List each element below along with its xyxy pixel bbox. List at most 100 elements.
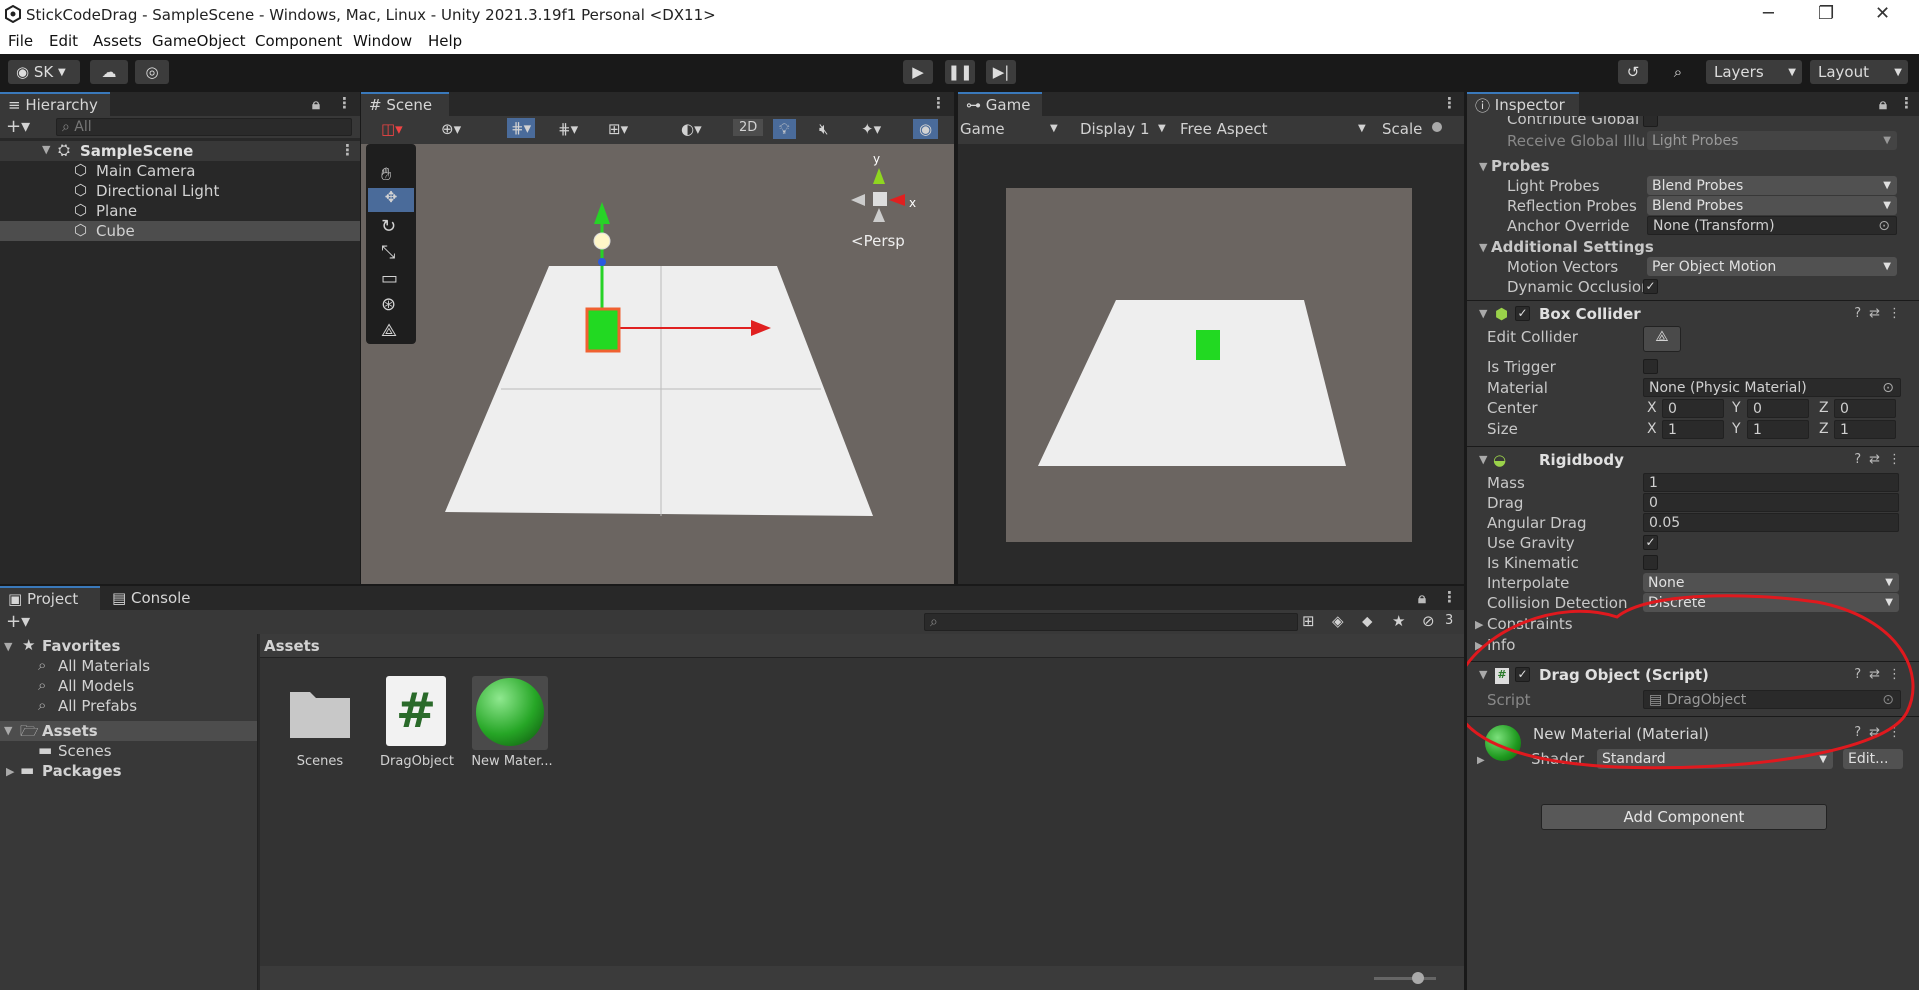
menu-file[interactable]: File: [8, 32, 33, 50]
menu-component[interactable]: Component: [255, 32, 342, 50]
display-dropdown[interactable]: Display 1: [1080, 120, 1150, 138]
hierarchy-item-label: Main Camera: [96, 162, 196, 180]
step-button[interactable]: ▶|: [986, 60, 1016, 84]
hand-tool-icon[interactable]: ✋︎: [381, 164, 391, 185]
scene-row[interactable]: ▼ ⛭ SampleScene ⋮: [0, 141, 360, 161]
aspect-dropdown[interactable]: Free Aspect: [1180, 120, 1268, 138]
expand-arrow-icon[interactable]: ▼: [42, 143, 50, 156]
star-icon[interactable]: ★: [1392, 612, 1405, 630]
persp-label[interactable]: <Persp: [851, 232, 905, 250]
collapse-arrow-icon[interactable]: ▶: [6, 765, 14, 778]
asset-tile-label: New Mater...: [471, 754, 553, 769]
pause-button[interactable]: ❚❚: [945, 60, 975, 84]
rect-tool-icon[interactable]: ▭: [381, 268, 398, 289]
menu-assets[interactable]: Assets: [93, 32, 142, 50]
scene-tab-label: Scene: [386, 96, 433, 114]
maximize-button[interactable]: ❐: [1818, 3, 1834, 24]
grid-icon[interactable]: ⋕▾: [558, 120, 578, 138]
breadcrumb-assets[interactable]: Assets: [264, 637, 320, 655]
hidden-packages-icon[interactable]: ⊘: [1422, 612, 1435, 630]
scale-label: Scale: [1382, 120, 1423, 138]
hierarchy-icon: ≡: [8, 96, 21, 114]
scene-menu-icon[interactable]: ⋮: [340, 141, 355, 159]
tab-game[interactable]: ⊶ Game: [958, 92, 1042, 116]
account-dropdown[interactable]: ◉ SK ▼: [8, 60, 80, 84]
scale-slider[interactable]: [1432, 122, 1442, 132]
effects-icon[interactable]: ✦▾: [861, 120, 881, 138]
search-by-type-icon[interactable]: ⊞: [1302, 612, 1315, 630]
play-button[interactable]: ▶: [903, 60, 933, 84]
layers-dropdown[interactable]: Layers ▼: [1706, 60, 1802, 84]
hierarchy-menu-icon[interactable]: ⋮: [337, 94, 352, 112]
increment-snap-icon[interactable]: ⊞▾: [608, 120, 628, 138]
tab-console[interactable]: ▤ Console: [104, 586, 204, 610]
collab-button[interactable]: ◎: [135, 60, 169, 84]
close-button[interactable]: ✕: [1875, 3, 1890, 24]
hierarchy-item[interactable]: ⬡ Plane: [0, 201, 360, 221]
red-annotation-circle: [1467, 594, 1915, 770]
fav-item[interactable]: All Prefabs: [58, 697, 137, 715]
lighting-icon[interactable]: 💡︎: [773, 119, 796, 139]
add-icon[interactable]: +▾: [6, 116, 30, 137]
tab-project[interactable]: ▣ Project: [0, 586, 100, 610]
scene-menu-icon[interactable]: ⋮: [931, 94, 946, 112]
fav-item[interactable]: All Materials: [58, 657, 150, 675]
search-button[interactable]: ⌕: [1663, 60, 1693, 84]
history-button[interactable]: ↺: [1618, 60, 1648, 84]
scale-tool-icon[interactable]: ⤡: [381, 242, 395, 263]
menu-gameobject[interactable]: GameObject: [152, 32, 246, 50]
draw-mode-icon[interactable]: ◫▾: [381, 120, 403, 138]
menu-help[interactable]: Help: [428, 32, 462, 50]
hierarchy-item[interactable]: ⬡ Directional Light: [0, 181, 360, 201]
audio-icon[interactable]: 🔇︎: [819, 120, 828, 138]
game-mode-dropdown[interactable]: Game: [960, 120, 1005, 138]
pivot-icon[interactable]: ⊕▾: [441, 120, 461, 138]
label-icon[interactable]: ⬥: [1362, 612, 1373, 630]
lock-icon[interactable]: 🔒︎: [312, 95, 320, 113]
scenes-tree-item[interactable]: Scenes: [58, 742, 112, 760]
game-menu-icon[interactable]: ⋮: [1442, 94, 1457, 112]
cloud-button[interactable]: ☁: [90, 60, 128, 84]
lock-icon[interactable]: 🔒︎: [1418, 589, 1426, 607]
asset-tile[interactable]: # DragObject: [374, 676, 454, 776]
expand-arrow-icon[interactable]: ▼: [4, 640, 12, 653]
fav-item[interactable]: All Models: [58, 677, 134, 695]
scene-toolbar: ◫▾ ⊕▾ ⋕▾ ⋕▾ ⊞▾ ◐▾ 2D 💡︎ 🔇︎ ✦▾ ◉: [361, 116, 954, 144]
transform-tool-icon[interactable]: ⊛: [381, 294, 396, 315]
2d-toggle-button[interactable]: 2D: [733, 119, 764, 136]
grid-snap-icon[interactable]: ⋕▾: [507, 118, 536, 138]
project-menu-icon[interactable]: ⋮: [1442, 588, 1457, 606]
asset-tile-selected[interactable]: New Mater...: [466, 676, 553, 776]
menu-window[interactable]: Window: [353, 32, 412, 50]
layout-dropdown[interactable]: Layout ▼: [1810, 60, 1908, 84]
move-tool-icon[interactable]: ✥: [368, 188, 414, 212]
packages-tree-item[interactable]: Packages: [42, 762, 122, 780]
zoom-slider-track[interactable]: [1374, 977, 1436, 980]
search-icon: ⌕: [1673, 63, 1683, 81]
asset-tile[interactable]: Scenes: [280, 676, 360, 776]
zoom-slider-handle[interactable]: [1412, 972, 1424, 984]
collab-icon: ◎: [145, 63, 159, 81]
shading-icon[interactable]: ◐▾: [681, 120, 702, 138]
menu-bar: File Edit Assets GameObject Component Wi…: [0, 30, 1919, 54]
filter-icon[interactable]: ◈: [1332, 612, 1344, 630]
expand-arrow-icon[interactable]: ▼: [4, 724, 12, 737]
custom-tool-icon[interactable]: ⟁: [381, 320, 397, 341]
visibility-icon[interactable]: ◉: [913, 119, 939, 139]
tab-scene[interactable]: # Scene: [361, 92, 449, 116]
scene-viewport[interactable]: ✋︎ ✥ ↻ ⤡ ▭ ⊛ ⟁ y x <Persp: [361, 144, 954, 584]
assets-tree-row[interactable]: ▼ 🗁︎ Assets: [0, 721, 257, 741]
breadcrumb: Assets: [260, 634, 1464, 658]
hierarchy-search-input[interactable]: ⌕ All: [56, 118, 352, 136]
add-icon[interactable]: +▾: [6, 611, 30, 632]
tab-hierarchy[interactable]: ≡ Hierarchy: [0, 92, 110, 116]
project-search-input[interactable]: ⌕: [924, 613, 1298, 631]
minimize-button[interactable]: ─: [1763, 3, 1774, 24]
rotate-tool-icon[interactable]: ↻: [381, 216, 396, 237]
hierarchy-item-selected[interactable]: ⬡ Cube: [0, 221, 360, 241]
scene-gizmo[interactable]: y x: [841, 152, 916, 232]
favorites-header[interactable]: Favorites: [42, 637, 120, 655]
menu-edit[interactable]: Edit: [49, 32, 78, 50]
gameobject-icon: ⬡: [74, 161, 88, 179]
hierarchy-item[interactable]: ⬡ Main Camera: [0, 161, 360, 181]
